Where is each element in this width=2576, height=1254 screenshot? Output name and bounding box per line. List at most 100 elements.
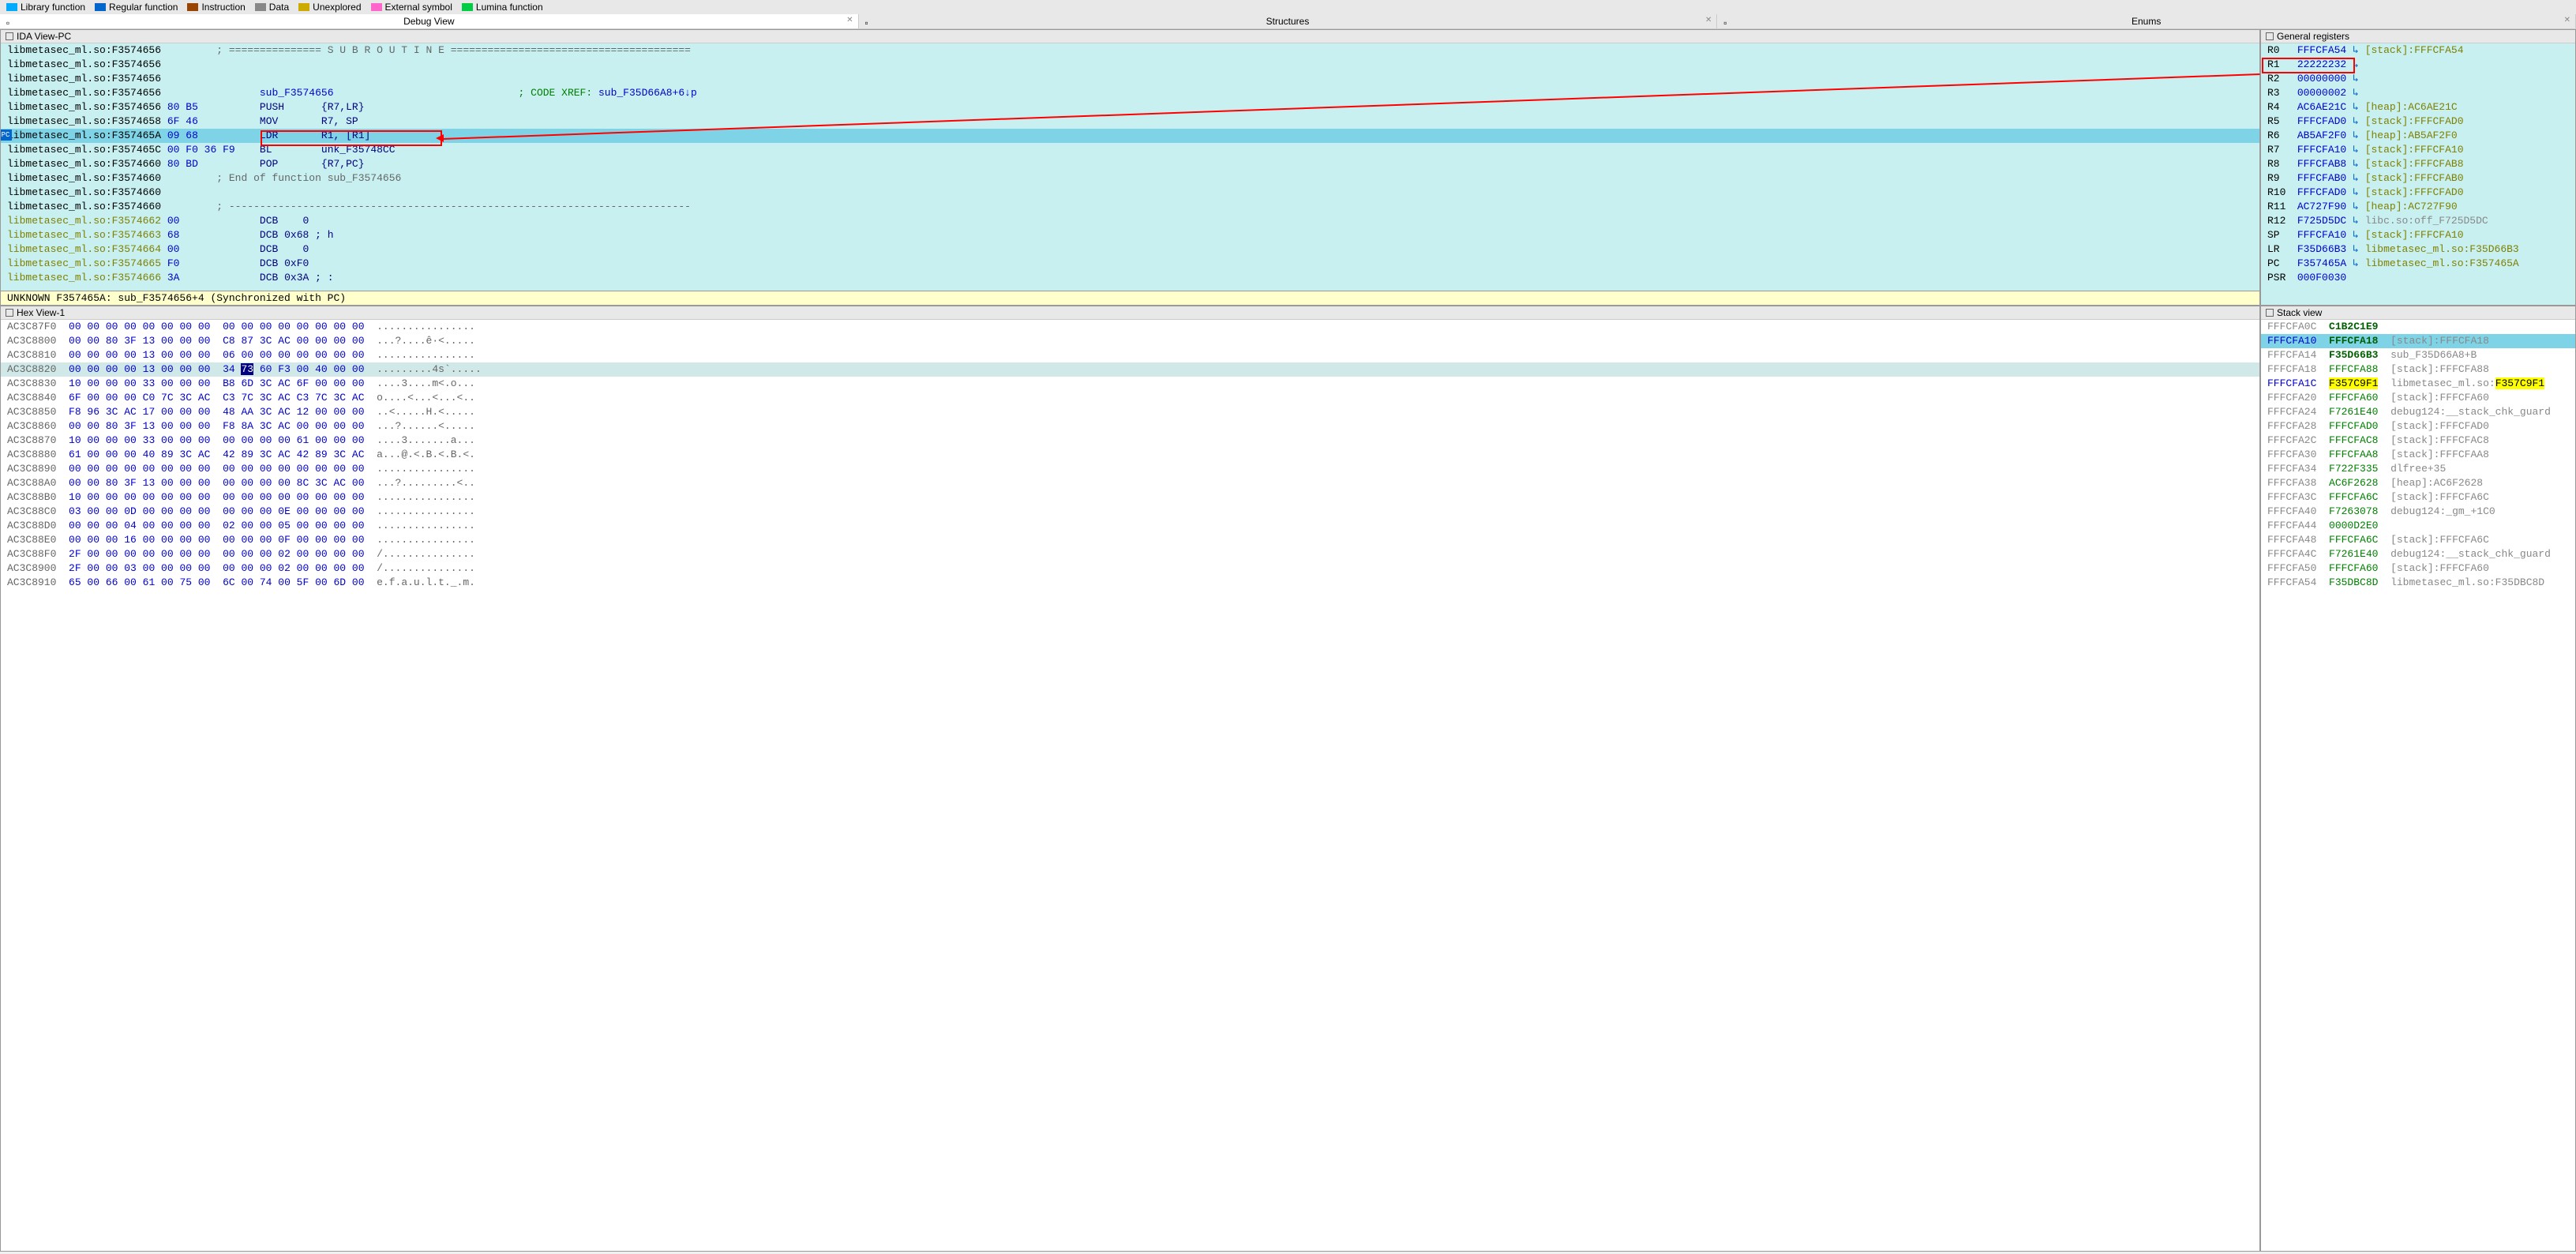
close-icon[interactable]: ✕ — [2564, 16, 2570, 24]
legend-item: Library function — [6, 2, 85, 13]
hex-row[interactable]: AC3C8840 6F 00 00 00 C0 7C 3C AC C3 7C 3… — [1, 391, 2259, 405]
register-row[interactable]: R10 FFFCFAD0 ↳ [stack]:FFFCFAD0 — [2261, 186, 2575, 200]
disasm-line[interactable]: libmetasec_ml.so:F3574656 — [1, 72, 2259, 86]
stack-row[interactable]: FFFCFA3C FFFCFA6C [stack]:FFFCFA6C — [2261, 490, 2575, 505]
hex-row[interactable]: AC3C88A0 00 00 80 3F 13 00 00 00 00 00 0… — [1, 476, 2259, 490]
stack-row[interactable]: FFFCFA20 FFFCFA60 [stack]:FFFCFA60 — [2261, 391, 2575, 405]
stack-row[interactable]: FFFCFA4C F7261E40 debug124:__stack_chk_g… — [2261, 547, 2575, 561]
hex-row[interactable]: AC3C88E0 00 00 00 16 00 00 00 00 00 00 0… — [1, 533, 2259, 547]
hex-row[interactable]: AC3C8900 2F 00 00 03 00 00 00 00 00 00 0… — [1, 561, 2259, 576]
disasm-line[interactable]: libmetasec_ml.so:F357465C 00 F0 36 F9 BL… — [1, 143, 2259, 157]
stack-row[interactable]: FFFCFA10 FFFCFA18 [stack]:FFFCFA18 — [2261, 334, 2575, 348]
register-row[interactable]: R9 FFFCFAB0 ↳ [stack]:FFFCFAB0 — [2261, 171, 2575, 186]
hex-row[interactable]: AC3C88F0 2F 00 00 00 00 00 00 00 00 00 0… — [1, 547, 2259, 561]
hex-row[interactable]: AC3C8910 65 00 66 00 61 00 75 00 6C 00 7… — [1, 576, 2259, 590]
hex-row[interactable]: AC3C8810 00 00 00 00 13 00 00 00 06 00 0… — [1, 348, 2259, 362]
disasm-line[interactable]: libmetasec_ml.so:F3574660 ; ------------… — [1, 200, 2259, 214]
legend-label: Library function — [21, 2, 85, 13]
hex-row[interactable]: AC3C88D0 00 00 00 04 00 00 00 00 02 00 0… — [1, 519, 2259, 533]
legend-bar: Library function Regular function Instruct… — [0, 0, 2576, 14]
legend-label: External symbol — [385, 2, 452, 13]
registers-body[interactable]: R0 FFFCFA54 ↳ [stack]:FFFCFA54R1 2222223… — [2261, 43, 2575, 305]
disassembly-title: IDA View-PC — [1, 30, 2259, 43]
disasm-line[interactable]: libmetasec_ml.so:F3574666 3A DCB 0x3A ; … — [1, 271, 2259, 285]
disasm-line[interactable]: libmetasec_ml.so:F3574660 ; End of funct… — [1, 171, 2259, 186]
disasm-line[interactable]: libmetasec_ml.so:F3574656 ; ============… — [1, 43, 2259, 58]
register-row[interactable]: R3 00000002 ↳ — [2261, 86, 2575, 100]
register-row[interactable]: PSR 000F0030 — [2261, 271, 2575, 285]
hex-pane: Hex View-1 AC3C87F0 00 00 00 00 00 00 00… — [0, 306, 2260, 1252]
hex-row[interactable]: AC3C8820 00 00 00 00 13 00 00 00 34 73 6… — [1, 362, 2259, 377]
hex-row[interactable]: AC3C87F0 00 00 00 00 00 00 00 00 00 00 0… — [1, 320, 2259, 334]
stack-row[interactable]: FFFCFA48 FFFCFA6C [stack]:FFFCFA6C — [2261, 533, 2575, 547]
stack-row[interactable]: FFFCFA0C C1B2C1E9 — [2261, 320, 2575, 334]
hex-row[interactable]: AC3C8800 00 00 80 3F 13 00 00 00 C8 87 3… — [1, 334, 2259, 348]
register-row[interactable]: PC F357465A ↳ libmetasec_ml.so:F357465A — [2261, 257, 2575, 271]
register-row[interactable]: SP FFFCFA10 ↳ [stack]:FFFCFA10 — [2261, 228, 2575, 242]
disasm-line[interactable]: libmetasec_ml.so:F3574656 80 B5 PUSH {R7… — [1, 100, 2259, 115]
hex-row[interactable]: AC3C88B0 10 00 00 00 00 00 00 00 00 00 0… — [1, 490, 2259, 505]
hex-row[interactable]: AC3C8850 F8 96 3C AC 17 00 00 00 48 AA 3… — [1, 405, 2259, 419]
disassembly-status: UNKNOWN F357465A: sub_F3574656+4 (Synchr… — [1, 291, 2259, 305]
tab-indicator: ▫ — [864, 17, 870, 24]
hex-row[interactable]: AC3C88C0 03 00 00 0D 00 00 00 00 00 00 0… — [1, 505, 2259, 519]
close-icon[interactable]: ✕ — [1705, 16, 1712, 24]
stack-row[interactable]: FFFCFA28 FFFCFAD0 [stack]:FFFCFAD0 — [2261, 419, 2575, 434]
hex-row[interactable]: AC3C8870 10 00 00 00 33 00 00 00 00 00 0… — [1, 434, 2259, 448]
close-icon[interactable]: ✕ — [846, 16, 853, 24]
hex-body[interactable]: AC3C87F0 00 00 00 00 00 00 00 00 00 00 0… — [1, 320, 2259, 1251]
stack-row[interactable]: FFFCFA18 FFFCFA88 [stack]:FFFCFA88 — [2261, 362, 2575, 377]
disasm-line[interactable]: libmetasec_ml.so:F3574660 — [1, 186, 2259, 200]
stack-row[interactable]: FFFCFA30 FFFCFAA8 [stack]:FFFCFAA8 — [2261, 448, 2575, 462]
legend-label: Instruction — [201, 2, 245, 13]
tab[interactable]: ▫Enums✕ — [1717, 14, 2576, 28]
stack-row[interactable]: FFFCFA38 AC6F2628 [heap]:AC6F2628 — [2261, 476, 2575, 490]
tab[interactable]: ▫Debug View✕ — [0, 14, 859, 28]
register-row[interactable]: R4 AC6AE21C ↳ [heap]:AC6AE21C — [2261, 100, 2575, 115]
disasm-line[interactable]: libmetasec_ml.so:F3574656 sub_F3574656 ;… — [1, 86, 2259, 100]
stack-row[interactable]: FFFCFA34 F722F335 dlfree+35 — [2261, 462, 2575, 476]
stack-body[interactable]: FFFCFA0C C1B2C1E9 FFFCFA10 FFFCFA18 [sta… — [2261, 320, 2575, 1251]
disasm-line[interactable]: libmetasec_ml.so:F3574664 00 DCB 0 — [1, 242, 2259, 257]
pc-marker: PC — [1, 130, 12, 141]
register-row[interactable]: R8 FFFCFAB8 ↳ [stack]:FFFCFAB8 — [2261, 157, 2575, 171]
disasm-line[interactable]: libmetasec_ml.so:F3574656 — [1, 58, 2259, 72]
stack-row[interactable]: FFFCFA1C F357C9F1 libmetasec_ml.so:F357C… — [2261, 377, 2575, 391]
disassembly-body[interactable]: libmetasec_ml.so:F3574656 ; ============… — [1, 43, 2259, 291]
disasm-line[interactable]: libmetasec_ml.so:F3574658 6F 46 MOV R7, … — [1, 115, 2259, 129]
disasm-line[interactable]: libmetasec_ml.so:F3574660 80 BD POP {R7,… — [1, 157, 2259, 171]
disasm-line[interactable]: libmetasec_ml.so:F3574662 00 DCB 0 — [1, 214, 2259, 228]
disassembly-pane: IDA View-PC libmetasec_ml.so:F3574656 ; … — [0, 29, 2260, 306]
register-row[interactable]: R1 22222232 ↳ — [2261, 58, 2575, 72]
tab-label: Structures — [1266, 16, 1310, 27]
legend-item: Data — [255, 2, 289, 13]
registers-title-text: General registers — [2277, 31, 2349, 42]
legend-swatch — [95, 3, 106, 11]
disasm-line[interactable]: libmetasec_ml.so:F3574665 F0 DCB 0xF0 — [1, 257, 2259, 271]
hex-row[interactable]: AC3C8890 00 00 00 00 00 00 00 00 00 00 0… — [1, 462, 2259, 476]
hex-row[interactable]: AC3C8830 10 00 00 00 33 00 00 00 B8 6D 3… — [1, 377, 2259, 391]
stack-row[interactable]: FFFCFA24 F7261E40 debug124:__stack_chk_g… — [2261, 405, 2575, 419]
register-row[interactable]: LR F35D66B3 ↳ libmetasec_ml.so:F35D66B3 — [2261, 242, 2575, 257]
stack-row[interactable]: FFFCFA40 F7263078 debug124:_gm_+1C0 — [2261, 505, 2575, 519]
register-row[interactable]: R5 FFFCFAD0 ↳ [stack]:FFFCFAD0 — [2261, 115, 2575, 129]
register-row[interactable]: R12 F725D5DC ↳ libc.so:off_F725D5DC — [2261, 214, 2575, 228]
stack-row[interactable]: FFFCFA54 F35DBC8D libmetasec_ml.so:F35DB… — [2261, 576, 2575, 590]
disasm-line[interactable]: libmetasec_ml.so:F3574663 68 DCB 0x68 ; … — [1, 228, 2259, 242]
legend-item: Regular function — [95, 2, 178, 13]
disasm-line[interactable]: PClibmetasec_ml.so:F357465A 09 68 LDR R1… — [1, 129, 2259, 143]
register-row[interactable]: R7 FFFCFA10 ↳ [stack]:FFFCFA10 — [2261, 143, 2575, 157]
stack-row[interactable]: FFFCFA50 FFFCFA60 [stack]:FFFCFA60 — [2261, 561, 2575, 576]
hex-row[interactable]: AC3C8880 61 00 00 00 40 89 3C AC 42 89 3… — [1, 448, 2259, 462]
register-row[interactable]: R2 00000000 ↳ — [2261, 72, 2575, 86]
stack-row[interactable]: FFFCFA14 F35D66B3 sub_F35D66A8+B — [2261, 348, 2575, 362]
register-row[interactable]: R6 AB5AF2F0 ↳ [heap]:AB5AF2F0 — [2261, 129, 2575, 143]
hex-row[interactable]: AC3C8860 00 00 80 3F 13 00 00 00 F8 8A 3… — [1, 419, 2259, 434]
register-row[interactable]: R0 FFFCFA54 ↳ [stack]:FFFCFA54 — [2261, 43, 2575, 58]
stack-row[interactable]: FFFCFA2C FFFCFAC8 [stack]:FFFCFAC8 — [2261, 434, 2575, 448]
register-row[interactable]: R11 AC727F90 ↳ [heap]:AC727F90 — [2261, 200, 2575, 214]
tab[interactable]: ▫ Structures ✕ — [859, 14, 1718, 28]
tab-label: Debug View — [403, 16, 455, 27]
stack-row[interactable]: FFFCFA44 0000D2E0 — [2261, 519, 2575, 533]
registers-pane: General registers R0 FFFCFA54 ↳ [stack]:… — [2260, 29, 2576, 306]
